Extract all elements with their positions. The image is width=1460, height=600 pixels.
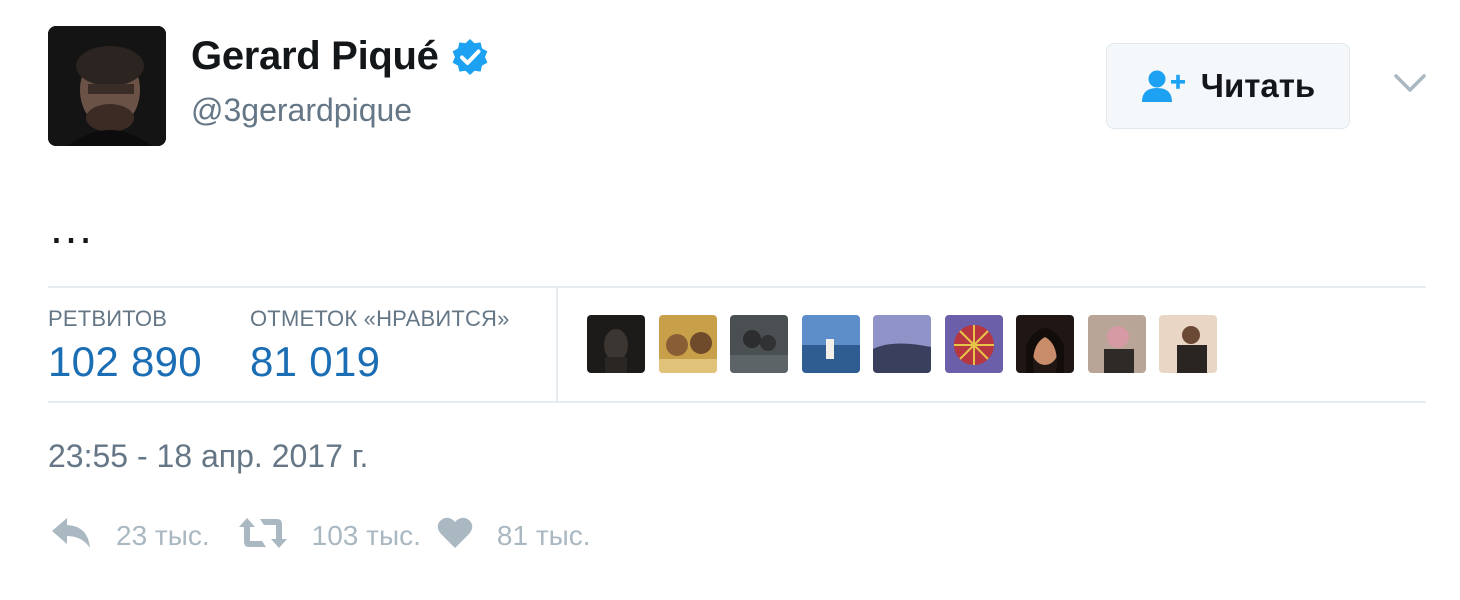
tweet-timestamp[interactable]: 23:55 - 18 апр. 2017 г.: [48, 438, 368, 475]
retweet-icon: [238, 516, 288, 555]
stats-vertical-divider: [556, 288, 558, 401]
likes-count: 81 019: [250, 338, 381, 385]
liker-avatar[interactable]: [1016, 315, 1074, 373]
tweet-text: …: [48, 201, 96, 253]
liker-avatar[interactable]: [1159, 315, 1217, 373]
like-count: 81 тыс.: [496, 519, 591, 551]
likers-avatars: [587, 315, 1231, 373]
retweet-button[interactable]: 103 тыс.: [238, 516, 421, 555]
liker-avatar[interactable]: [944, 315, 1003, 373]
liker-avatar[interactable]: [873, 315, 931, 373]
user-handle[interactable]: @3gerardpique: [191, 92, 412, 129]
liker-avatar[interactable]: [730, 315, 788, 373]
retweet-count: 103 тыс.: [311, 519, 421, 551]
stats-bottom-divider: [48, 401, 1426, 403]
follow-button[interactable]: Читать: [1106, 43, 1350, 129]
add-user-icon: [1141, 69, 1187, 103]
retweets-label: РЕТВИТОВ: [48, 306, 168, 331]
reply-button[interactable]: 23 тыс.: [50, 516, 210, 555]
display-name[interactable]: Gerard Piqué: [191, 34, 439, 79]
stats-top-divider: [48, 286, 1426, 288]
reply-count: 23 тыс.: [116, 519, 210, 551]
name-row: Gerard Piqué: [191, 34, 489, 79]
tweet-card: Gerard Piqué @3gerardpique Читать … РЕТВ…: [0, 0, 1460, 600]
avatar-photo: [48, 26, 166, 146]
liker-avatar[interactable]: [587, 315, 645, 373]
retweets-count: 102 890: [48, 338, 202, 385]
tweet-actions: 23 тыс. 103 тыс. 81 тыс.: [50, 516, 591, 555]
heart-icon: [437, 516, 473, 555]
likes-label: ОТМЕТОК «НРАВИТСЯ»: [250, 306, 510, 331]
liker-avatar[interactable]: [658, 315, 717, 373]
verified-badge-icon: [451, 38, 489, 76]
avatar[interactable]: [48, 26, 166, 146]
retweets-stat[interactable]: РЕТВИТОВ 102 890: [48, 306, 202, 386]
liker-avatar[interactable]: [801, 315, 860, 373]
likes-stat[interactable]: ОТМЕТОК «НРАВИТСЯ» 81 019: [250, 306, 510, 386]
liker-avatar[interactable]: [1087, 315, 1146, 373]
like-button[interactable]: 81 тыс.: [437, 516, 591, 555]
reply-icon: [50, 516, 92, 555]
chevron-down-icon[interactable]: [1392, 70, 1428, 96]
follow-button-label: Читать: [1200, 67, 1316, 104]
